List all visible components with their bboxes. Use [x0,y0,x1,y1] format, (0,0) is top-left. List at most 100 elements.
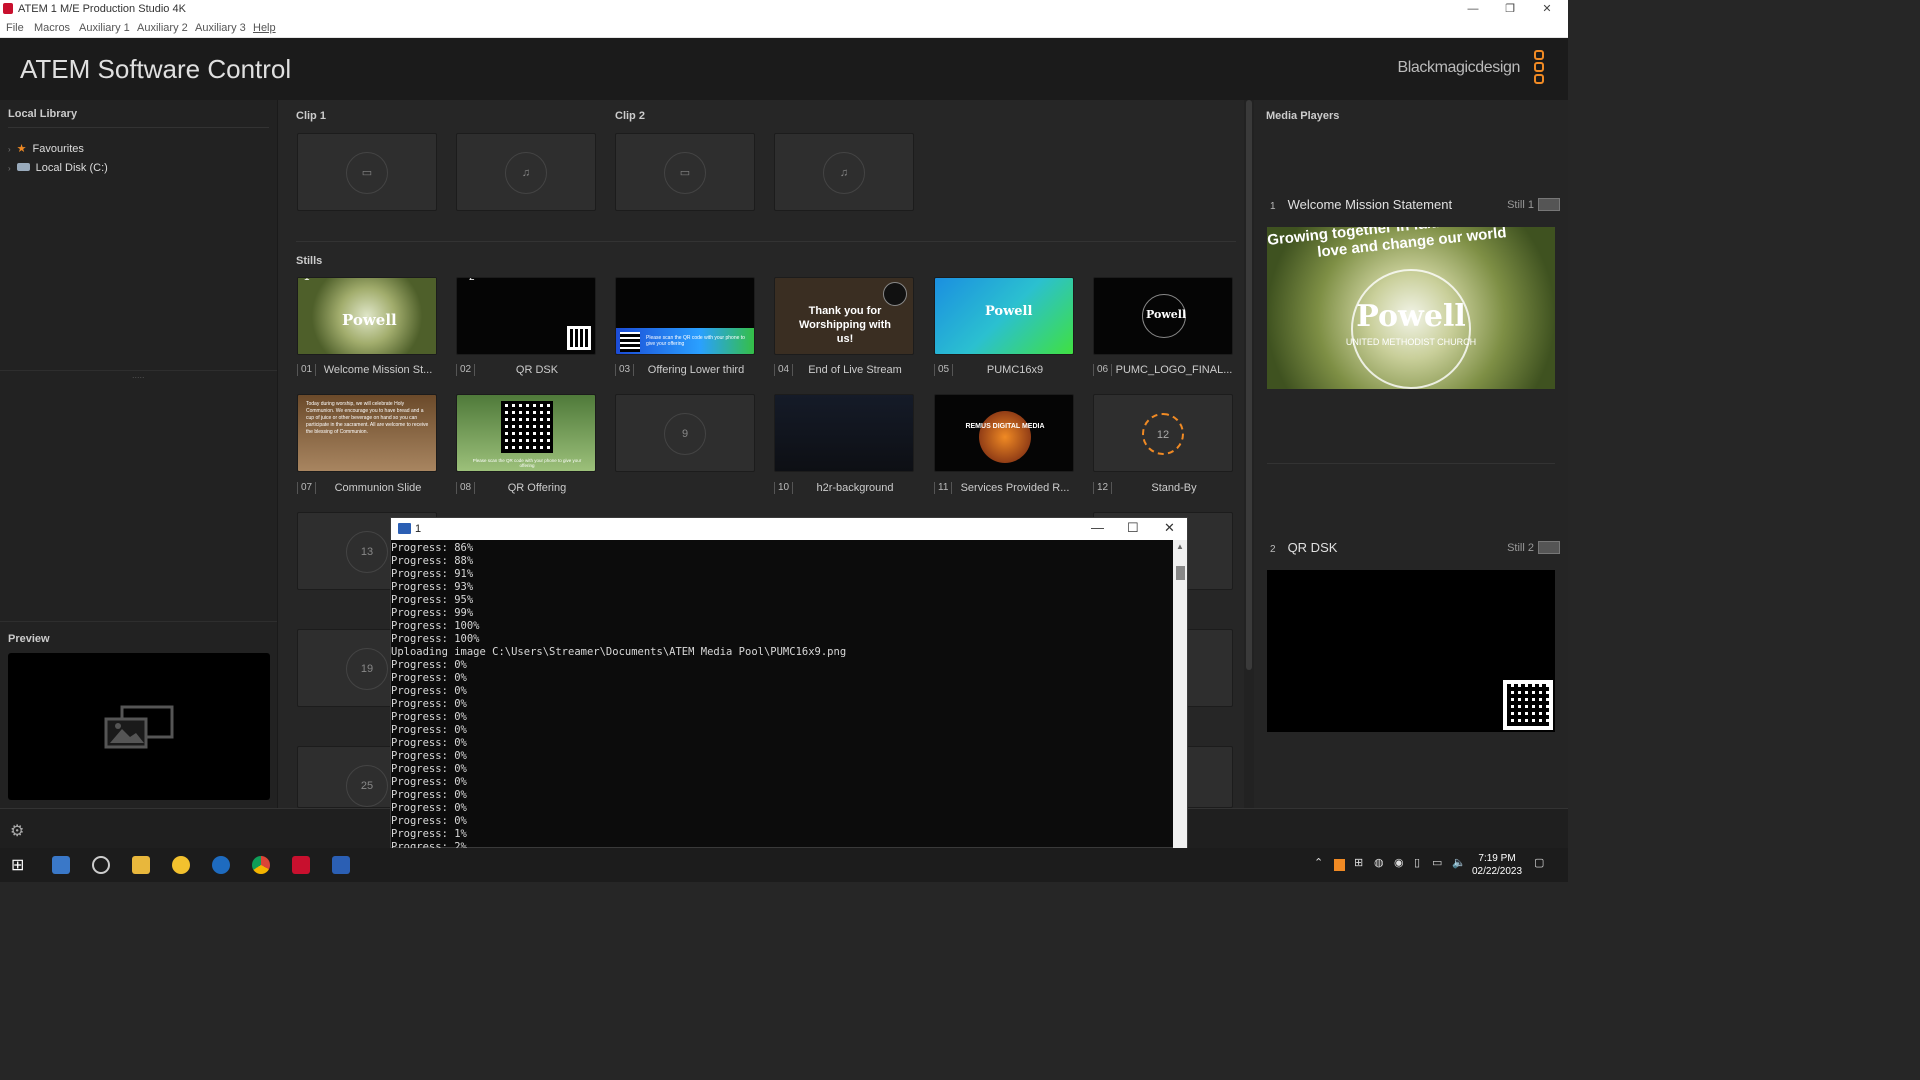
star-icon: ★ [16,143,27,155]
still-caption-3: 03 Offering Lower third [615,364,755,376]
close-button[interactable]: ✕ [1529,0,1565,18]
console-line: Progress: 0% [391,698,467,710]
player-still-name: Welcome Mission Statement [1287,197,1453,212]
menu-file[interactable]: File [6,22,24,34]
still-badge: 1 [304,277,310,283]
gear-icon[interactable]: ⚙ [10,821,24,841]
tray-usb-icon[interactable]: ▯ [1414,856,1420,869]
still-slot-1[interactable]: Powell 1 [297,277,437,355]
still-slot-6[interactable]: Powell [1093,277,1233,355]
still-slot-4[interactable]: Thank you for Worshipping with us! [774,277,914,355]
still-caption-7: 07 Communion Slide [297,482,437,494]
powershell-taskbar-icon[interactable] [332,856,350,874]
menu-help[interactable]: Help [253,22,276,34]
restore-button[interactable]: ❐ [1492,0,1528,18]
clip1-video-slot[interactable]: ▭ [297,133,437,211]
still-caption-11: 11 Services Provided R... [934,482,1074,494]
chrome-icon[interactable] [252,856,270,874]
menu-auxiliary-2[interactable]: Auxiliary 2 [137,22,188,34]
console-line: Progress: 0% [391,724,467,736]
console-maximize-button[interactable]: ☐ [1127,520,1139,536]
still-slot-11[interactable]: REMUS DIGITAL MEDIA [934,394,1074,472]
still-slot-5[interactable]: Powell [934,277,1074,355]
tray-network-icon[interactable]: ⊞ [1354,856,1363,869]
expand-arrow-icon[interactable]: › [8,164,11,173]
console-scrollbar-thumb[interactable] [1176,566,1185,580]
expand-arrow-icon[interactable]: › [8,145,11,154]
menu-auxiliary-3[interactable]: Auxiliary 3 [195,22,246,34]
qr-offering-text: Please scan the QR code with your phone … [472,458,582,468]
still-slot-7[interactable]: Today during worship, we will celebrate … [297,394,437,472]
tree-item-favourites[interactable]: › ★ Favourites [8,142,84,155]
console-output: Progress: 86% Progress: 88% Progress: 91% P… [391,542,1173,849]
app-title: ATEM Software Control [20,54,292,84]
file-explorer-icon[interactable] [132,856,150,874]
menu-macros[interactable]: Macros [34,22,70,34]
qr-code-icon [501,401,553,453]
tree-item-local-disk[interactable]: › Local Disk (C:) [8,162,108,174]
console-close-button[interactable]: ✕ [1164,520,1175,536]
scroll-up-icon[interactable]: ▲ [1176,542,1184,551]
clock-date: 02/22/2023 [1472,866,1523,877]
console-line: Progress: 1% [391,828,467,840]
media-players-divider [1267,463,1555,464]
local-library-panel: Local Library › ★ Favourites › Local Disk (… [0,100,278,808]
edge-icon[interactable] [212,856,230,874]
console-line: Progress: 0% [391,750,467,762]
powell-logo-text: Powell [1356,299,1466,334]
library-divider [8,127,269,128]
clip2-video-slot[interactable]: ▭ [615,133,755,211]
tray-wifi-icon[interactable]: ▭ [1432,856,1442,869]
minimize-button[interactable]: — [1455,0,1491,18]
still-slot-3[interactable]: Please scan the QR code with your phone … [615,277,755,355]
still-slot-12[interactable]: 12 [1093,394,1233,472]
task-view-icon[interactable] [52,856,70,874]
menu-bar: File Macros Auxiliary 1 Auxiliary 2 Auxi… [0,18,1568,38]
obs-icon[interactable] [92,856,110,874]
still-slot-10[interactable] [774,394,914,472]
console-line: Progress: 0% [391,789,467,801]
clip1-audio-slot[interactable]: ♫ [456,133,596,211]
scrollbar-thumb[interactable] [1246,100,1252,670]
image-icon[interactable] [1538,198,1560,211]
still-slot-2[interactable]: 2 [456,277,596,355]
radiation-app-icon[interactable] [172,856,190,874]
tray-edge-icon[interactable]: ◉ [1394,856,1404,869]
media-pool-scrollbar[interactable] [1244,100,1254,808]
console-minimize-button[interactable]: — [1091,520,1104,535]
umc-text: UNITED METHODIST CHURCH [1345,337,1477,347]
qr-code-icon [620,332,640,352]
loading-spinner-icon: 12 [1142,413,1184,455]
notification-icon[interactable]: ▢ [1534,856,1544,869]
still-caption-5: 05 PUMC16x9 [934,364,1074,376]
communion-text: Today during worship, we will celebrate … [306,401,429,435]
tray-volume-icon[interactable]: 🔈 [1452,856,1466,869]
player-still-select[interactable]: Still 1 [1507,199,1534,211]
still-slot-9[interactable]: 9 [615,394,755,472]
image-icon[interactable] [1538,541,1560,554]
atem-taskbar-icon[interactable] [292,856,310,874]
still-caption-4: 04 End of Live Stream [774,364,914,376]
tray-app-icon[interactable] [1334,859,1345,871]
empty-slot-number: 9 [664,413,706,455]
preview-divider [0,621,277,622]
clip2-audio-slot[interactable]: ♫ [774,133,914,211]
still-slot-8[interactable]: Please scan the QR code with your phone … [456,394,596,472]
lower-third-text: Please scan the QR code with your phone … [646,335,745,347]
console-line: Progress: 99% [391,607,474,619]
player-still-select[interactable]: Still 2 [1507,542,1534,554]
film-icon: ▭ [664,152,706,194]
media-player-2-preview [1267,570,1555,732]
windows-start-icon[interactable]: ⊞ [11,855,29,874]
media-player-2: 2 QR DSK Still 2 [1270,540,1560,555]
console-line: Progress: 0% [391,737,467,749]
tray-globe-icon[interactable]: ◍ [1374,856,1384,869]
splitter-handle[interactable]: ..... [132,370,145,380]
taskbar-clock[interactable]: 7:19 PM 02/22/2023 [1472,852,1522,878]
clock-time: 7:19 PM [1478,853,1516,864]
tray-chevron-icon[interactable]: ⌃ [1314,856,1323,869]
menu-auxiliary-1[interactable]: Auxiliary 1 [79,22,130,34]
clip2-title: Clip 2 [615,110,645,122]
console-scrollbar[interactable]: ▲ [1173,540,1187,849]
media-players-title: Media Players [1266,110,1340,122]
